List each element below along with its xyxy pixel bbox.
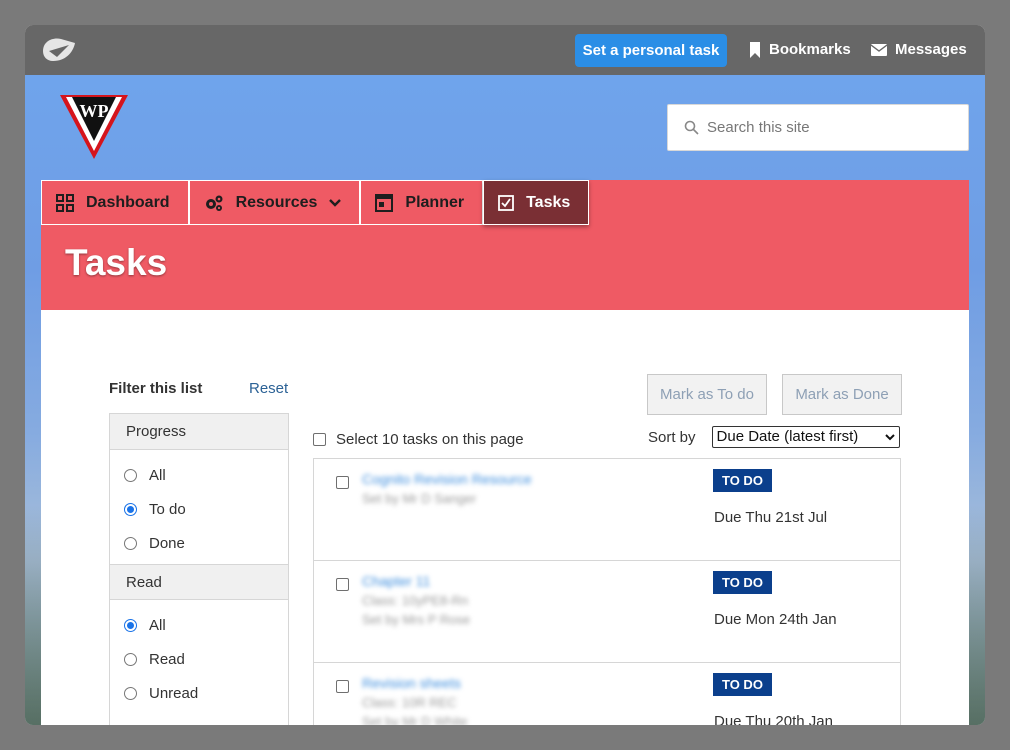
mark-todo-button[interactable]: Mark as To do [647,374,767,415]
select-all-label: Select 10 tasks on this page [336,431,524,448]
sort-label: Sort by [648,428,696,446]
bookmark-icon [750,42,760,58]
read-options: All Read Unread [110,600,288,714]
read-option-all[interactable]: All [124,608,288,642]
nav-dashboard-label: Dashboard [86,193,170,211]
task-checkbox[interactable] [336,476,349,489]
read-read-radio[interactable] [124,652,137,666]
task-row[interactable]: Chapter 11 Class: 10yPE8-Rn Set by Mrs P… [314,561,900,663]
search-placeholder: Search this site [707,119,810,136]
progress-option-todo[interactable]: To do [124,492,288,526]
task-due-date: Due Thu 21st Jul [714,509,828,526]
progress-options: All To do Done [110,450,288,564]
nav-tasks-label: Tasks [526,193,571,211]
filter-reset-link[interactable]: Reset [249,380,288,397]
read-read-label: Read [149,650,185,668]
page-title: Tasks [65,242,168,283]
chevron-down-icon [884,433,895,440]
read-all-radio[interactable] [124,618,137,632]
progress-all-label: All [149,466,166,484]
task-setter: Set by Mr D White [362,714,468,725]
task-checkbox[interactable] [336,680,349,693]
task-list: Cognito Revision Resource Set by Mr D Sa… [313,458,901,725]
progress-done-label: Done [149,534,185,552]
task-due-date: Due Thu 20th Jan [714,713,833,725]
nav-planner[interactable]: Planner [360,180,484,225]
status-badge: TO DO [713,571,772,594]
calendar-icon [375,193,394,212]
checkbox-icon [498,194,514,211]
set-personal-task-button[interactable]: Set a personal task [575,34,727,67]
search-input[interactable]: Search this site [667,104,969,151]
messages-link[interactable]: Messages [871,25,967,75]
main-content: Filter this list Reset Progress All To d… [41,310,969,725]
sort-control: Sort by Due Date (latest first) [648,426,900,448]
chevron-down-icon [329,198,342,207]
filter-panel: Progress All To do Done Read All Read Un… [109,413,289,725]
nav-tasks[interactable]: Tasks [483,180,590,225]
task-due-date: Due Mon 24th Jan [714,611,837,628]
task-title[interactable]: Cognito Revision Resource [362,471,532,487]
progress-todo-radio[interactable] [124,502,137,516]
gears-icon [205,195,223,211]
select-all-row[interactable]: Select 10 tasks on this page [313,431,524,448]
read-option-read[interactable]: Read [124,642,288,676]
progress-option-done[interactable]: Done [124,526,288,560]
messages-label: Messages [895,41,967,58]
progress-all-radio[interactable] [124,468,137,482]
read-group-title: Read [110,564,288,600]
nav-planner-label: Planner [405,193,465,211]
task-row[interactable]: Revision sheets Class: 10R REC Set by Mr… [314,663,900,725]
main-nav: Dashboard Resources Planner Tasks [41,180,590,225]
select-all-checkbox[interactable] [313,433,326,446]
task-class: Class: 10yPE8-Rn [362,593,469,608]
task-title[interactable]: Chapter 11 [362,573,430,589]
nav-resources[interactable]: Resources [188,180,361,225]
task-class: Class: 10R REC [362,695,457,710]
bookmarks-label: Bookmarks [769,41,851,58]
progress-done-radio[interactable] [124,536,137,550]
task-title[interactable]: Revision sheets [362,675,461,691]
read-unread-label: Unread [149,684,199,702]
logo-text: WP [80,101,109,121]
browser-window: Set a personal task Bookmarks Messages W… [25,25,985,725]
sort-select[interactable]: Due Date (latest first) [711,426,900,448]
task-checkbox[interactable] [336,578,349,591]
read-all-label: All [149,616,166,634]
bookmarks-link[interactable]: Bookmarks [749,25,851,75]
read-unread-radio[interactable] [124,686,137,700]
nav-dashboard[interactable]: Dashboard [41,180,189,225]
progress-todo-label: To do [149,500,186,518]
grid-icon [56,193,74,212]
task-row[interactable]: Cognito Revision Resource Set by Mr D Sa… [314,459,900,561]
top-bar: Set a personal task Bookmarks Messages [25,25,985,75]
school-crest-logo[interactable]: WP [58,91,130,163]
site-logo-icon[interactable] [39,35,79,65]
envelope-icon [871,44,887,56]
progress-group-title: Progress [110,414,288,450]
read-option-unread[interactable]: Unread [124,676,288,710]
filter-title: Filter this list [109,380,203,397]
task-setter: Set by Mr D Sanger [362,491,477,506]
status-badge: TO DO [713,673,772,696]
mark-done-button[interactable]: Mark as Done [782,374,902,415]
nav-resources-label: Resources [235,193,318,211]
task-setter: Set by Mrs P Rose [362,612,471,627]
sort-value: Due Date (latest first) [716,428,859,445]
progress-option-all[interactable]: All [124,458,288,492]
search-icon [684,120,699,135]
status-badge: TO DO [713,469,772,492]
